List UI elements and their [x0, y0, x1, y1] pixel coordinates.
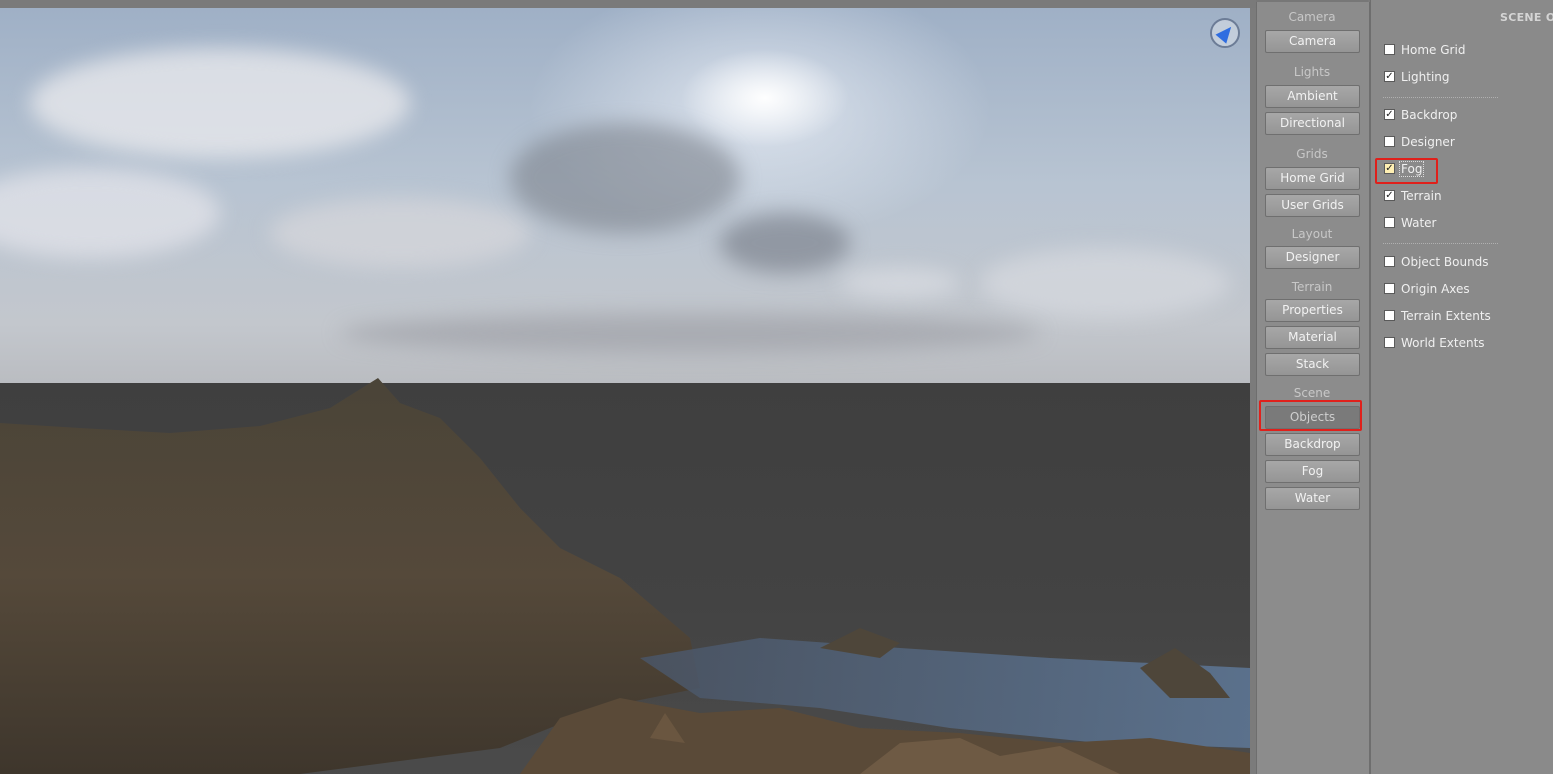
scene-options-panel [1370, 0, 1553, 774]
world-extents-checkbox[interactable] [1384, 337, 1395, 348]
option-label: Terrain [1401, 189, 1442, 203]
backdrop-button[interactable]: Backdrop [1265, 433, 1360, 456]
compass-icon[interactable] [1210, 18, 1240, 48]
option-label: Terrain Extents [1401, 309, 1491, 323]
user-grids-button[interactable]: User Grids [1265, 194, 1360, 217]
separator [1383, 243, 1498, 244]
option-label: Designer [1401, 135, 1455, 149]
option-label: Backdrop [1401, 108, 1458, 122]
ambient-button[interactable]: Ambient [1265, 85, 1360, 108]
terrain-mountains [0, 378, 1250, 774]
separator [1383, 97, 1498, 98]
section-label-layout: Layout [1291, 227, 1333, 241]
fog-highlight [1375, 158, 1438, 184]
section-label-terrain: Terrain [1291, 280, 1333, 294]
panel-title: SCENE O [1500, 11, 1553, 24]
option-label: Home Grid [1401, 43, 1466, 57]
origin-axes-checkbox[interactable] [1384, 283, 1395, 294]
terrain-checkbox[interactable]: ✓ [1384, 190, 1395, 201]
home-grid-checkbox[interactable] [1384, 44, 1395, 55]
section-label-camera: Camera [1288, 10, 1336, 24]
lighting-checkbox[interactable]: ✓ [1384, 71, 1395, 82]
option-label: Object Bounds [1401, 255, 1489, 269]
backdrop-checkbox[interactable]: ✓ [1384, 109, 1395, 120]
option-label: Lighting [1401, 70, 1450, 84]
designer-button[interactable]: Designer [1265, 246, 1360, 269]
option-label: Origin Axes [1401, 282, 1470, 296]
properties-button[interactable]: Properties [1265, 299, 1360, 322]
home-grid-button[interactable]: Home Grid [1265, 167, 1360, 190]
section-label-lights: Lights [1293, 65, 1331, 79]
terrain-extents-checkbox[interactable] [1384, 310, 1395, 321]
option-label: World Extents [1401, 336, 1485, 350]
option-label: Water [1401, 216, 1437, 230]
camera-button[interactable]: Camera [1265, 30, 1360, 53]
designer-checkbox[interactable] [1384, 136, 1395, 147]
water-button[interactable]: Water [1265, 487, 1360, 510]
stack-button[interactable]: Stack [1265, 353, 1360, 376]
scene-viewport[interactable] [0, 8, 1250, 774]
fog-button[interactable]: Fog [1265, 460, 1360, 483]
section-label-grids: Grids [1296, 147, 1328, 161]
water-checkbox[interactable] [1384, 217, 1395, 228]
objects-highlight [1259, 400, 1362, 431]
material-button[interactable]: Material [1265, 326, 1360, 349]
compass-needle-icon [1215, 22, 1237, 44]
object-bounds-checkbox[interactable] [1384, 256, 1395, 267]
section-label-scene: Scene [1293, 386, 1331, 400]
directional-button[interactable]: Directional [1265, 112, 1360, 135]
